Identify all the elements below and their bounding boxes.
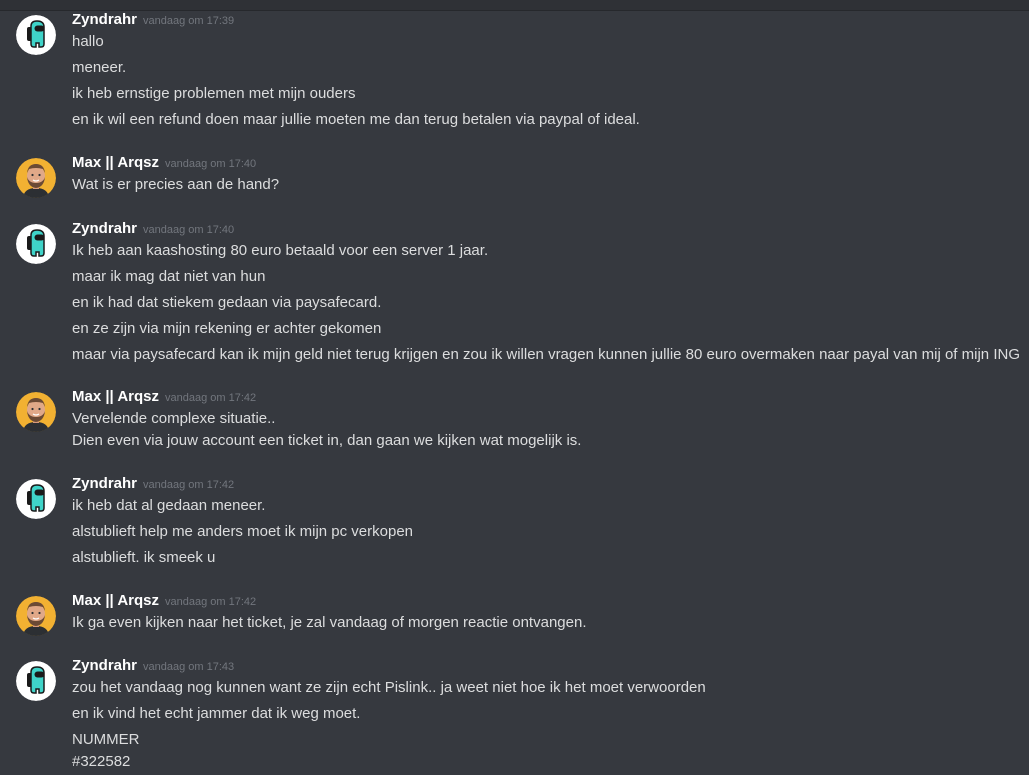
message-header: Max || Arqsz vandaag om 17:42	[72, 591, 256, 611]
chat-messages: Zyndrahr vandaag om 17:39 hallo meneer. i…	[0, 10, 1029, 775]
message-text: en ik had dat stiekem gedaan via paysafe…	[72, 294, 382, 311]
timestamp[interactable]: vandaag om 17:39	[143, 15, 234, 27]
message-text: alstublieft. ik smeek u	[72, 549, 216, 566]
message-text: Vervelende complexe situatie..	[72, 410, 276, 427]
username[interactable]: Zyndrahr	[72, 11, 137, 28]
message-text: NUMMER	[72, 731, 140, 748]
message-text: en ik vind het echt jammer dat ik weg mo…	[72, 705, 361, 722]
message-header: Max || Arqsz vandaag om 17:40	[72, 153, 256, 173]
message-text: hallo	[72, 33, 104, 50]
message-text: zou het vandaag nog kunnen want ze zijn …	[72, 679, 706, 696]
message-text: en ik wil een refund doen maar jullie mo…	[72, 111, 640, 128]
message-header: Zyndrahr vandaag om 17:40	[72, 219, 234, 239]
among-us-avatar[interactable]	[16, 661, 56, 701]
message-text: maar via paysafecard kan ik mijn geld ni…	[72, 346, 1020, 363]
message-text: Ik ga even kijken naar het ticket, je za…	[72, 614, 587, 631]
message-header: Max || Arqsz vandaag om 17:42	[72, 387, 256, 407]
username[interactable]: Max || Arqsz	[72, 388, 159, 405]
message-header: Zyndrahr vandaag om 17:42	[72, 474, 234, 494]
among-us-avatar[interactable]	[16, 224, 56, 264]
username[interactable]: Max || Arqsz	[72, 154, 159, 171]
timestamp[interactable]: vandaag om 17:40	[165, 158, 256, 170]
bearded-man-avatar[interactable]	[16, 158, 56, 198]
message-text: ik heb ernstige problemen met mijn ouder…	[72, 85, 356, 102]
message-text: meneer.	[72, 59, 127, 76]
among-us-avatar[interactable]	[16, 15, 56, 55]
message-text: ik heb dat al gedaan meneer.	[72, 497, 266, 514]
among-us-avatar[interactable]	[16, 479, 56, 519]
username[interactable]: Zyndrahr	[72, 657, 137, 674]
message-header: Zyndrahr vandaag om 17:43	[72, 656, 234, 676]
message-text: Dien even via jouw account een ticket in…	[72, 432, 582, 449]
username[interactable]: Zyndrahr	[72, 475, 137, 492]
timestamp[interactable]: vandaag om 17:42	[143, 479, 234, 491]
message-text: alstublieft help me anders moet ik mijn …	[72, 523, 414, 540]
username[interactable]: Zyndrahr	[72, 220, 137, 237]
message-text: maar ik mag dat niet van hun	[72, 268, 266, 285]
timestamp[interactable]: vandaag om 17:40	[143, 224, 234, 236]
message-text: Ik heb aan kaashosting 80 euro betaald v…	[72, 242, 489, 259]
bearded-man-avatar[interactable]	[16, 596, 56, 636]
message-text: en ze zijn via mijn rekening er achter g…	[72, 320, 382, 337]
message-header: Zyndrahr vandaag om 17:39	[72, 10, 234, 30]
timestamp[interactable]: vandaag om 17:43	[143, 661, 234, 673]
message-text: #322582	[72, 753, 131, 770]
message-text: Wat is er precies aan de hand?	[72, 176, 280, 193]
bearded-man-avatar[interactable]	[16, 392, 56, 432]
timestamp[interactable]: vandaag om 17:42	[165, 596, 256, 608]
timestamp[interactable]: vandaag om 17:42	[165, 392, 256, 404]
username[interactable]: Max || Arqsz	[72, 592, 159, 609]
